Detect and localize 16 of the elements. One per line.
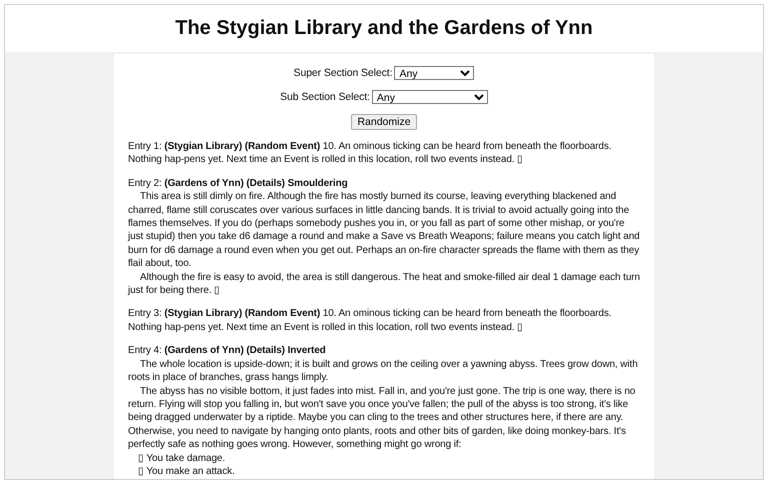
section-select[interactable]: Any xyxy=(394,66,474,80)
entry-text: Entry 4: (Gardens of Ynn) (Details) Inverted xyxy=(128,345,326,356)
page-title: The Stygian Library and the Gardens of Ynn xyxy=(175,17,593,40)
entry-text: Entry 2: (Gardens of Ynn) (Details) Smouldering xyxy=(128,178,348,189)
select-label: Sub Section Select: xyxy=(280,91,370,103)
select-label: Super Section Select: xyxy=(294,67,392,79)
randomize-button[interactable]: Randomize xyxy=(351,114,417,130)
paragraph: The abyss has no visible bottom, it just fades into mist. Fall in, and you're just gone. The trip is one way, there is no return. Flying will stop you falling in, but won't save you once you've fallen; the pull of the abyss is too strong, it's like being dragged underwater by a riptide. Maybe you can cling to the trees and other structures here, if there are any. Otherwise, you need to navigate by hanging onto plants, roots and other bits of garden, like doing monkey-bars. It's perfectly safe as nothing goes wrong. However, something might go wrong if: xyxy=(128,386,636,450)
section-select[interactable]: Any xyxy=(372,90,488,104)
paragraph: The whole location is upside-down; it is built and grows on the ceiling over a yawning abyss. Trees grow down, with roots in place of branches, grass hangs limply. xyxy=(128,358,638,384)
list-item: ▯ You make an attack. xyxy=(138,466,235,477)
entry-text: Entry 1: (Stygian Library) (Random Event) 10. An ominous ticking can be heard from beneath the floorboards. Nothing hap-pens yet. Next time an Event is rolled in this location, roll two events instead. ▯ xyxy=(128,141,612,166)
paragraph: This area is still dimly on fire. Although the fire has mostly burned its course, leaving everything blackened and charred, flame still coruscates over various surfaces in little dancing bands. It is trivial to avoid actually going into the flames themselves. If you do (perhaps somebody pushes you in, or you fall as part of some other mishap, or you're just stupid) then you take d6 damage a round and make a Save vs Breath Weapons; failure means you catch light and burn for d6 damage a round even when you get out. Perhaps an on-fire character spreads the flame with them as they flail about, too. xyxy=(128,191,640,270)
entry-text: Entry 3: (Stygian Library) (Random Event) 10. An ominous ticking can be heard from beneath the floorboards. Nothing hap-pens yet. Next time an Event is rolled in this location, roll two events instead. ▯ xyxy=(128,308,612,333)
paragraph: Although the fire is easy to avoid, the area is still dangerous. The heat and smoke-filled air deal 1 damage each turn just for being there. ▯ xyxy=(128,272,640,296)
list-item: ▯ You take damage. xyxy=(138,452,226,464)
